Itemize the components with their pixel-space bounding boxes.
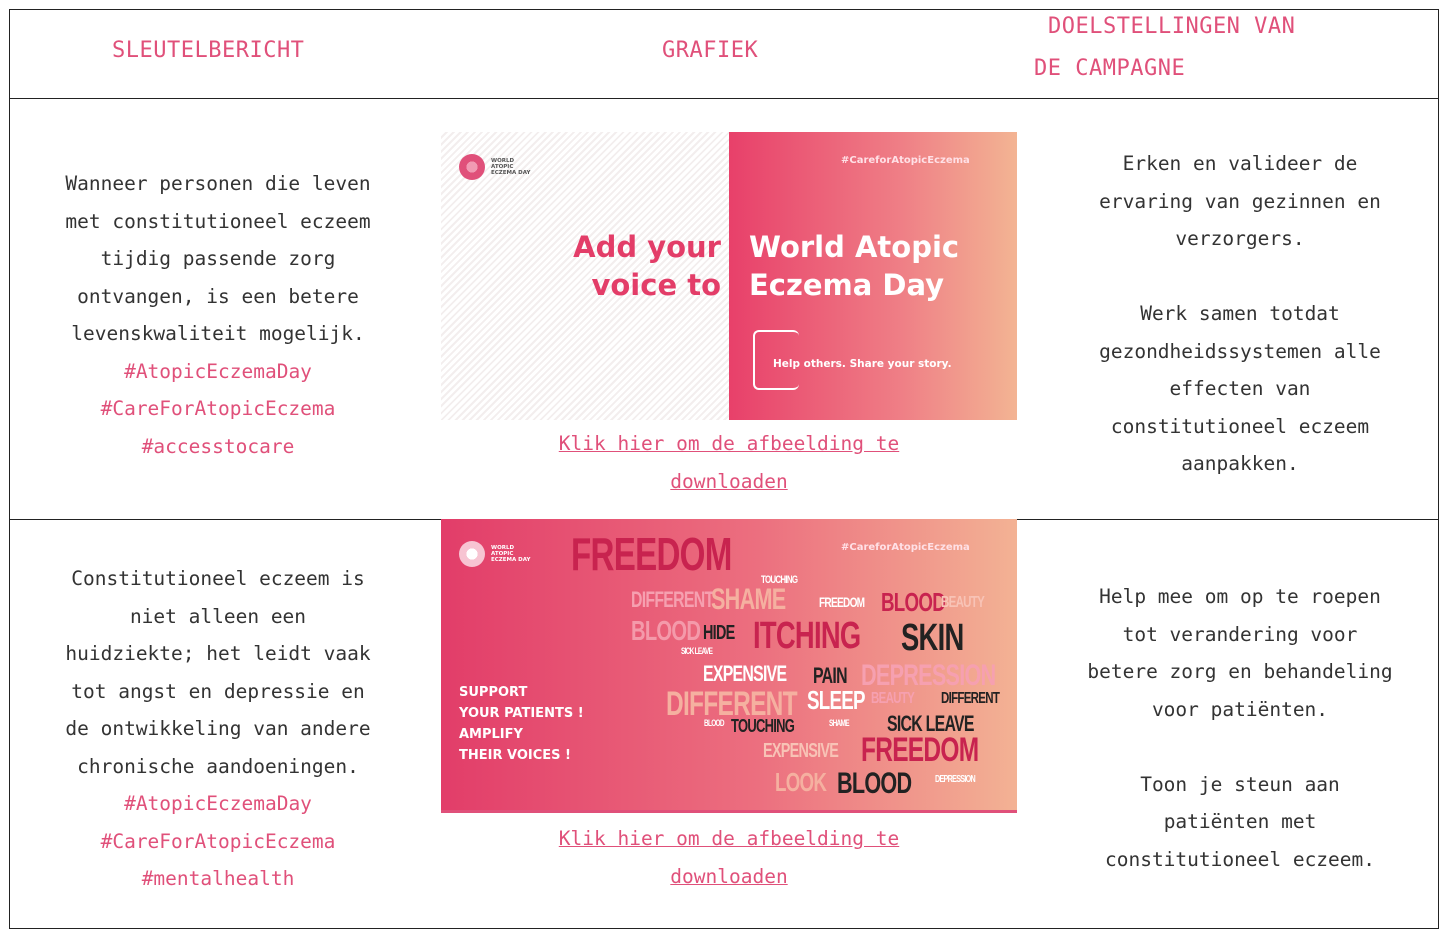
word-cloud-word: DIFFERENT xyxy=(941,690,1000,707)
row1-graphic-right-headline: World Atopic Eczema Day xyxy=(749,228,1009,304)
row1-download-link[interactable]: Klik hier om de afbeelding te downloaden xyxy=(441,425,1017,500)
row1-message-line: levenskwaliteit mogelijk. xyxy=(71,322,365,345)
link-line[interactable]: downloaden xyxy=(441,858,1017,896)
row2-message-line: chronische aandoeningen. xyxy=(77,754,359,778)
goal-line: tot verandering voor xyxy=(1122,622,1358,646)
row1-hashtag[interactable]: #accesstocare xyxy=(18,428,418,466)
word-cloud-word: TOUCHING xyxy=(731,716,795,736)
row2-goals: Help mee om op te roepen tot verandering… xyxy=(1040,578,1440,916)
link-line[interactable]: Klik hier om de afbeelding te xyxy=(441,820,1017,858)
goal-line: aanpakken. xyxy=(1181,452,1299,475)
word-cloud-word: DEPRESSION xyxy=(935,774,976,785)
row1-goals: Erken en valideer de ervaring van gezinn… xyxy=(1040,145,1440,520)
row2-message-line: Constitutioneel eczeem is xyxy=(71,567,365,590)
word-cloud-word: SLEEP xyxy=(807,685,866,715)
goal-line: Help mee om op te roepen xyxy=(1099,585,1381,608)
goal-line: Werk samen totdat xyxy=(1140,302,1340,325)
goal-paragraph: Werk samen totdat gezondheidssystemen al… xyxy=(1040,295,1440,483)
word-cloud-word: FREEDOM xyxy=(571,528,732,580)
row1-hashtag[interactable]: #AtopicEczemaDay xyxy=(18,353,418,391)
logo-mark-icon xyxy=(459,154,485,180)
word-cloud-word: HIDE xyxy=(703,622,735,644)
word-cloud-word: BLOOD xyxy=(881,587,946,617)
goal-line: verzorgers. xyxy=(1175,227,1305,250)
row2-word-cloud: FREEDOM TOUCHING DIFFERENT SHAME FREEDOM BLOO… xyxy=(441,519,1017,810)
word-cloud-word: EXPENSIVE xyxy=(763,740,839,762)
goal-line: patiënten met xyxy=(1163,810,1317,833)
word-cloud-word: BLOOD xyxy=(837,767,912,800)
goal-line: Toon je steun aan xyxy=(1140,772,1340,796)
goal-line: betere zorg en behandeling xyxy=(1087,660,1393,683)
row1-graphic-image[interactable]: WORLD ATOPIC ECZEMA DAY #CareforAtopicEc… xyxy=(441,132,1017,420)
header-graphic: GRAFIEK xyxy=(662,38,759,63)
row2-hashtag[interactable]: #AtopicEczemaDay xyxy=(18,785,418,823)
row1-message-line: Wanneer personen die leven xyxy=(65,172,371,195)
goal-paragraph: Help mee om op te roepen tot verandering… xyxy=(1040,578,1440,728)
goal-paragraph: Erken en valideer de ervaring van gezinn… xyxy=(1040,145,1440,258)
row1-graphic-logo: WORLD ATOPIC ECZEMA DAY xyxy=(459,154,535,180)
word-cloud-word: BEAUTY xyxy=(941,594,985,611)
header-goals-line1: DOELSTELLINGEN VAN xyxy=(1048,14,1296,39)
row2-message-line: tot angst en depressie en xyxy=(71,679,365,703)
word-cloud-word: SICK LEAVE xyxy=(681,646,713,656)
row1-graphic-bubble-text: Help others. Share your story. xyxy=(773,358,952,370)
row2-hashtag[interactable]: #mentalhealth xyxy=(18,860,418,898)
right-headline-line: World Atopic xyxy=(749,230,960,264)
row1-message: Wanneer personen die leven met constitut… xyxy=(18,165,418,465)
left-headline-line: voice to xyxy=(591,268,721,302)
goal-line: constitutioneel eczeem xyxy=(1110,414,1370,438)
left-headline-line: Add your xyxy=(573,230,721,264)
word-cloud-word: BEAUTY xyxy=(871,690,915,707)
header-goals-line2: DE CAMPAGNE xyxy=(1034,56,1186,81)
row2-message-line: de ontwikkeling van andere xyxy=(65,717,371,740)
word-cloud-word: FREEDOM xyxy=(861,731,979,769)
right-headline-line: Eczema Day xyxy=(749,268,945,302)
header-key-message: SLEUTELBERICHT xyxy=(112,38,305,63)
word-cloud-word: SKIN xyxy=(901,617,964,659)
word-cloud-word: SHAME xyxy=(711,583,786,616)
goal-paragraph: Toon je steun aan patiënten met constitu… xyxy=(1040,766,1440,879)
word-cloud-word: SHAME xyxy=(829,718,850,728)
row2-message-line: niet alleen een xyxy=(129,604,307,628)
row2-message-line: huidziekte; het leidt vaak xyxy=(65,642,371,665)
word-cloud-word: FREEDOM xyxy=(819,594,865,610)
goal-line: Erken en valideer de xyxy=(1122,152,1358,175)
row1-message-line: ontvangen, is een betere xyxy=(77,284,359,308)
link-line[interactable]: downloaden xyxy=(441,463,1017,501)
word-cloud-word: BLOOD xyxy=(631,615,701,646)
row2-download-link[interactable]: Klik hier om de afbeelding te downloaden xyxy=(441,820,1017,895)
goal-line: voor patiënten. xyxy=(1151,697,1329,721)
word-cloud-word: BLOOD xyxy=(704,718,725,728)
word-cloud-word: ITCHING xyxy=(753,615,861,657)
goal-line: gezondheidssystemen alle xyxy=(1099,339,1381,363)
row2-graphic-image[interactable]: WORLD ATOPIC ECZEMA DAY #CareforAtopicEc… xyxy=(441,519,1017,813)
row2-hashtag[interactable]: #CareForAtopicEczema xyxy=(18,823,418,861)
word-cloud-word: EXPENSIVE xyxy=(703,661,787,686)
logo-text: WORLD ATOPIC ECZEMA DAY xyxy=(491,158,531,176)
goal-line: effecten van xyxy=(1169,377,1311,400)
link-line[interactable]: Klik hier om de afbeelding te xyxy=(441,425,1017,463)
goal-line: ervaring van gezinnen en xyxy=(1099,189,1381,213)
word-cloud-word: DEPRESSION xyxy=(861,659,996,692)
goal-line: constitutioneel eczeem. xyxy=(1104,847,1376,871)
row1-message-line: tijdig passende zorg xyxy=(100,247,336,270)
row1-hashtag[interactable]: #CareForAtopicEczema xyxy=(18,390,418,428)
row1-graphic-hashtag: #CareforAtopicEczema xyxy=(841,155,970,166)
header-divider xyxy=(10,98,1438,99)
word-cloud-word: DIFFERENT xyxy=(631,587,714,612)
row1-message-line: met constitutioneel eczeem xyxy=(65,209,371,233)
row2-message: Constitutioneel eczeem is niet alleen ee… xyxy=(18,560,418,898)
word-cloud-word: LOOK xyxy=(775,767,827,797)
row1-graphic-left-headline: Add your voice to xyxy=(541,228,721,304)
word-cloud-word: PAIN xyxy=(813,663,848,688)
